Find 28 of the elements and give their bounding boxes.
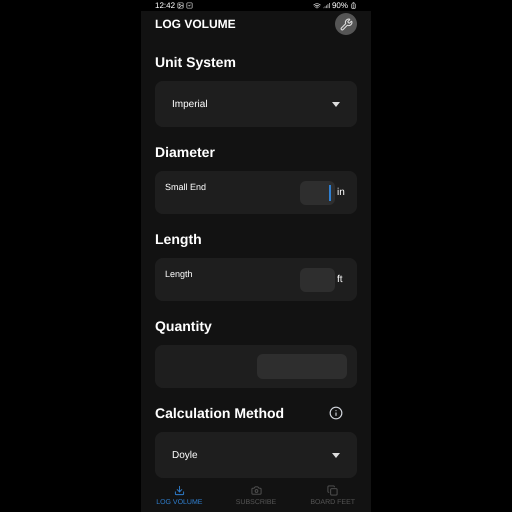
battery-icon: [350, 2, 357, 10]
unit-label: in: [337, 186, 346, 200]
battery-level: 90%: [332, 2, 348, 10]
section-heading: Quantity: [155, 316, 212, 336]
unit-label: ft: [337, 273, 344, 288]
image-icon: [177, 2, 184, 10]
caret-icon: [332, 452, 340, 458]
caret-icon: [332, 102, 340, 107]
wifi-icon: [312, 2, 321, 10]
field-label: Small End: [165, 181, 206, 194]
app-title: LOG VOLUME: [155, 16, 236, 34]
section-heading: Calculation Method: [155, 404, 284, 423]
dropdown[interactable]: Imperial: [155, 81, 357, 128]
signal-icon: [322, 2, 330, 10]
field-label: Length: [165, 268, 193, 282]
input-field[interactable]: [300, 180, 335, 205]
section-heading: Diameter: [155, 142, 215, 162]
dropdown[interactable]: Doyle: [155, 432, 357, 478]
status-time: 12:42: [155, 2, 176, 10]
section-heading: Unit System: [155, 52, 236, 72]
section-heading: Length: [155, 230, 202, 249]
download-icon: [174, 484, 185, 496]
settings-button[interactable]: [335, 13, 357, 36]
camera-icon: [250, 484, 262, 496]
check-icon: [186, 2, 194, 10]
wrench-icon: [340, 18, 352, 31]
info-icon[interactable]: [329, 406, 343, 420]
stack-icon: [327, 484, 338, 496]
